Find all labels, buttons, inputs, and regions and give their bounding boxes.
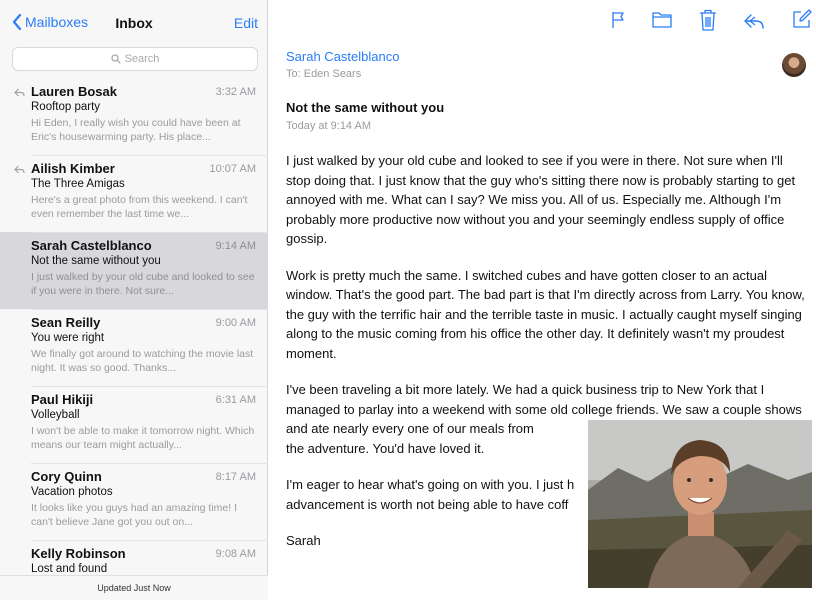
message-time: 8:17 AM [215, 471, 256, 483]
message-row[interactable]: Lauren Bosak 3:32 AM Rooftop party Hi Ed… [0, 78, 268, 155]
reply-icon[interactable] [743, 13, 765, 29]
message-time: 9:14 AM [215, 240, 256, 252]
message-subject: Vacation photos [31, 486, 113, 498]
message-row[interactable]: Paul Hikiji 6:31 AM Volleyball I won't b… [0, 386, 268, 463]
mailbox-sidebar: Mailboxes Inbox Edit Search Lauren Bosak… [0, 0, 268, 600]
message-subject: Volleyball [31, 409, 80, 421]
sidebar-nav-bar: Mailboxes Inbox Edit [0, 0, 268, 44]
message-subject: The Three Amigas [31, 178, 125, 190]
replied-icon [14, 165, 25, 174]
back-to-mailboxes-button[interactable]: Mailboxes [12, 14, 88, 30]
message-subject: Rooftop party [31, 101, 101, 113]
message-time: 10:07 AM [209, 163, 256, 175]
flag-icon[interactable] [611, 11, 625, 29]
message-subject: You were right [31, 332, 105, 344]
message-row[interactable]: Sean Reilly 9:00 AM You were right We fi… [0, 309, 268, 386]
search-placeholder: Search [124, 53, 160, 65]
compose-icon[interactable] [792, 9, 812, 29]
body-line: advancement is worth not being able to h… [286, 496, 569, 512]
body-line: I'm eager to hear what's going on with y… [286, 477, 575, 492]
edit-button[interactable]: Edit [234, 15, 258, 31]
message-preview: Hi Eden, I really wish you could have be… [31, 117, 241, 143]
message-time: 9:00 AM [215, 317, 256, 329]
replied-icon [14, 88, 25, 97]
trash-icon[interactable] [699, 9, 717, 31]
back-label: Mailboxes [25, 14, 89, 30]
message-row[interactable]: Ailish Kimber 10:07 AM The Three Amigas … [0, 155, 268, 232]
message-preview: I won't be able to make it tomorrow nigh… [31, 425, 255, 451]
message-time: 9:08 AM [215, 548, 256, 560]
message-preview: Here's a great photo from this weekend. … [31, 194, 248, 220]
body-line: the adventure. You'd have loved it. [286, 440, 485, 456]
message-subject: Not the same without you [31, 255, 161, 267]
message-time: 6:31 AM [215, 394, 256, 406]
body-paragraph: I just walked by your old cube and looke… [286, 153, 796, 246]
message-subject: Lost and found [31, 563, 108, 575]
chevron-left-icon [12, 14, 22, 30]
message-date: Today at 9:14 AM [286, 120, 371, 132]
message-time: 3:32 AM [215, 86, 256, 98]
message-recipient: To: Eden Sears [286, 68, 362, 80]
update-status: Updated Just Now [0, 575, 268, 600]
message-subject-heading: Not the same without you [286, 100, 445, 115]
message-row[interactable]: Cory Quinn 8:17 AM Vacation photos It lo… [0, 463, 268, 540]
search-icon [110, 54, 121, 64]
message-toolbar [269, 0, 816, 40]
folder-icon[interactable] [652, 11, 672, 28]
search-input[interactable]: Search [12, 47, 258, 71]
message-preview: I just walked by your old cube and looke… [31, 271, 255, 297]
attached-photo[interactable] [588, 420, 812, 588]
photo-illustration [588, 420, 812, 588]
sender-avatar[interactable] [782, 53, 806, 77]
body-paragraph: Work is pretty much the same. I switched… [286, 267, 805, 361]
message-row-selected[interactable]: Sarah Castelblanco 9:14 AM Not the same … [0, 232, 268, 309]
message-preview: It looks like you guys had an amazing ti… [31, 502, 238, 528]
mailbox-title: Inbox [115, 15, 153, 31]
message-from[interactable]: Sarah Castelblanco [286, 49, 399, 64]
message-preview: We finally got around to watching the mo… [31, 348, 254, 374]
message-list: Lauren Bosak 3:32 AM Rooftop party Hi Ed… [0, 78, 268, 600]
